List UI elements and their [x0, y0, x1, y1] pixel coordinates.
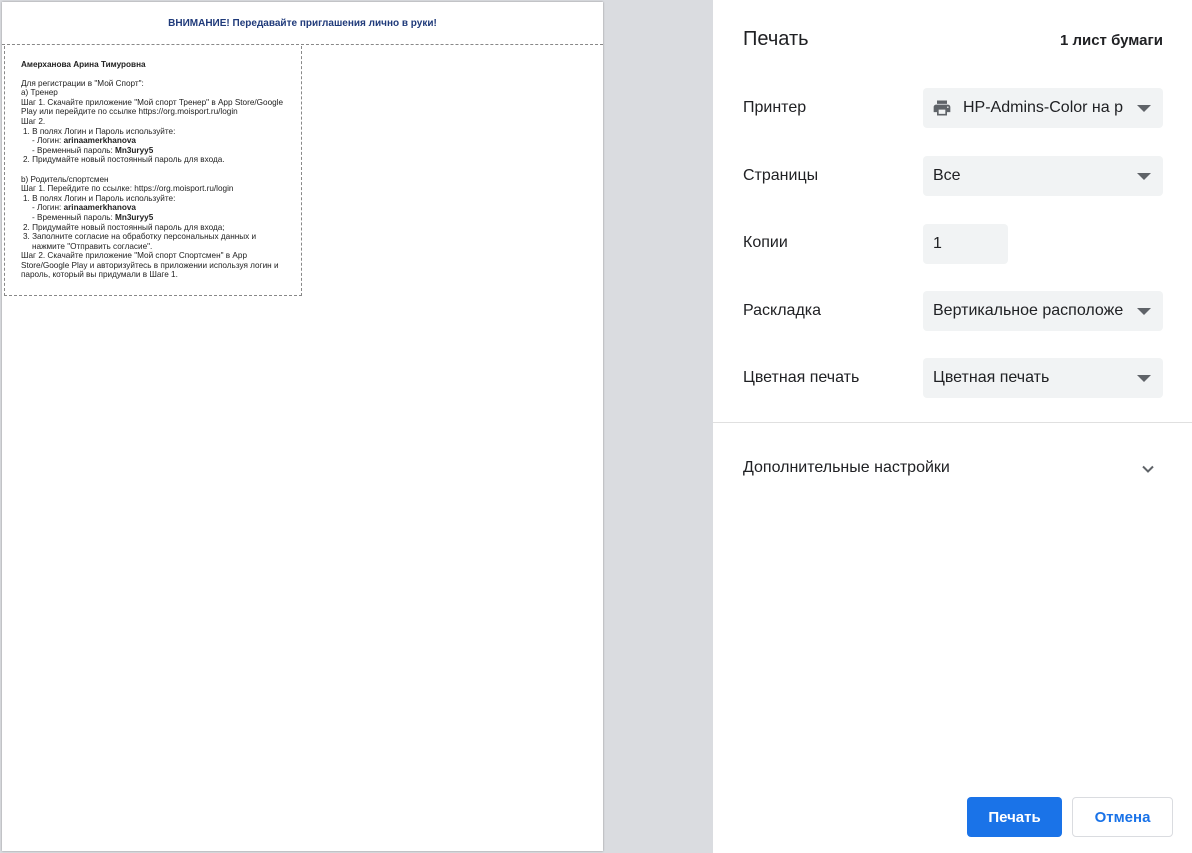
print-settings-panel: Печать 1 лист бумаги Принтер HP-Admins-C… — [713, 0, 1192, 853]
color-label: Цветная печать — [743, 369, 860, 386]
color-select[interactable]: Цветная печать — [923, 358, 1163, 398]
pages-select[interactable]: Все — [923, 156, 1163, 196]
cut-line — [2, 44, 603, 45]
dropdown-arrow-icon — [1137, 173, 1151, 180]
copies-input[interactable]: 1 — [923, 224, 1008, 264]
intro-text: Для регистрации в "Мой Спорт": — [21, 78, 144, 88]
pages-value: Все — [933, 167, 961, 184]
coach-item1: 1. В полях Логин и Пароль используйте: — [23, 126, 176, 136]
password-value: Mn3uryy5 — [115, 145, 154, 155]
chevron-down-icon[interactable] — [1140, 461, 1156, 477]
layout-select[interactable]: Вертикальное расположение — [923, 291, 1163, 331]
dropdown-arrow-icon — [1137, 308, 1151, 315]
printer-label: Принтер — [743, 99, 807, 116]
password-value: Mn3uryy5 — [115, 212, 154, 222]
parent-step1: Шаг 1. Перейдите по ссылке: https://org.… — [21, 184, 234, 194]
divider — [713, 422, 1192, 423]
login-value: arinaamerkhanova — [63, 136, 136, 146]
printer-icon — [933, 100, 951, 116]
preview-page: ВНИМАНИЕ! Передавайте приглашения лично … — [2, 2, 603, 851]
layout-label: Раскладка — [743, 302, 822, 319]
more-settings-toggle[interactable]: Дополнительные настройки — [743, 459, 950, 477]
password-label: - Временный пароль: — [32, 212, 116, 222]
pages-label: Страницы — [743, 167, 819, 184]
copies-label: Копии — [743, 234, 788, 251]
coach-heading: а) Тренер — [21, 88, 58, 98]
dropdown-arrow-icon — [1137, 105, 1151, 112]
layout-value: Вертикальное расположение — [933, 302, 1123, 319]
printer-select[interactable]: HP-Admins-Color на p — [923, 88, 1163, 128]
color-value: Цветная печать — [933, 369, 1050, 386]
coach-item2: 2. Придумайте новый постоянный пароль дл… — [23, 155, 225, 165]
parent-item3b: нажмите "Отправить согласие". — [32, 241, 153, 251]
parent-password-line: - Временный пароль: Mn3uryy5 — [21, 213, 296, 223]
printer-value: HP-Admins-Color на p — [963, 99, 1123, 116]
dropdown-arrow-icon — [1137, 375, 1151, 382]
print-preview-area: ВНИМАНИЕ! Передавайте приглашения лично … — [0, 0, 713, 853]
login-label: - Логин: — [32, 203, 64, 213]
invitation-notice: ВНИМАНИЕ! Передавайте приглашения лично … — [168, 18, 437, 29]
coach-password-line: - Временный пароль: Mn3uryy5 — [21, 146, 296, 156]
parent-step2: Шаг 2. Скачайте приложение "Мой спорт Сп… — [21, 251, 279, 280]
coach-step1: Шаг 1. Скачайте приложение "Мой спорт Тр… — [21, 97, 284, 117]
recipient-name: Амерханова Арина Тимуровна — [21, 60, 146, 69]
parent-login-line: - Логин: arinaamerkhanova — [21, 203, 296, 213]
password-label: - Временный пароль: — [32, 145, 116, 155]
login-value: arinaamerkhanova — [63, 203, 136, 213]
parent-item3a: 3. Заполните согласие на обработку персо… — [23, 232, 257, 242]
cancel-button[interactable]: Отмена — [1072, 797, 1173, 837]
sheet-count: 1 лист бумаги — [1059, 32, 1163, 49]
print-button[interactable]: Печать — [967, 797, 1062, 837]
parent-heading: b) Родитель/спортсмен — [21, 174, 109, 184]
coach-step2: Шаг 2. — [21, 116, 46, 126]
parent-item2: 2. Придумайте новый постоянный пароль дл… — [23, 222, 225, 232]
dialog-title: Печать — [743, 28, 809, 50]
invitation-card: Амерханова Арина Тимуровна Для регистрац… — [4, 46, 302, 296]
copies-value: 1 — [933, 235, 942, 252]
login-label: - Логин: — [32, 136, 64, 146]
invitation-card-content: Амерханова Арина Тимуровна Для регистрац… — [21, 60, 296, 280]
parent-item1: 1. В полях Логин и Пароль используйте: — [23, 193, 176, 203]
coach-login-line: - Логин: arinaamerkhanova — [21, 136, 296, 146]
